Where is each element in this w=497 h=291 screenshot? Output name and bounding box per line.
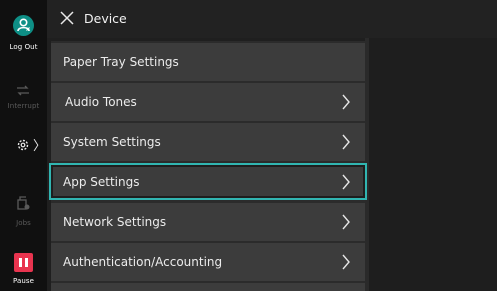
- menu-item-partial[interactable]: [51, 283, 365, 291]
- logout-button[interactable]: Log Out: [0, 0, 47, 58]
- menu-item-authentication-accounting[interactable]: Authentication/Accounting: [51, 243, 365, 281]
- gear-icon: [17, 139, 29, 151]
- jobs-label: Jobs: [16, 219, 31, 227]
- jobs-icon: [17, 196, 30, 210]
- menu-item-label: Authentication/Accounting: [63, 255, 223, 269]
- chevron-right-icon: [342, 214, 350, 230]
- menu-item-app-settings[interactable]: App Settings: [49, 163, 367, 200]
- menu-item-label: Paper Tray Settings: [63, 55, 179, 69]
- chevron-right-icon: [342, 254, 350, 270]
- menu-item-audio-tones[interactable]: Audio Tones: [51, 83, 365, 121]
- close-icon[interactable]: [59, 10, 75, 26]
- side-rail: Log Out Interrupt 〉 Jobs Pause: [0, 0, 47, 291]
- jobs-button[interactable]: Jobs: [0, 192, 47, 230]
- menu-item-label: System Settings: [63, 135, 161, 149]
- logout-icon: [13, 15, 34, 36]
- menu-item-label: Network Settings: [63, 215, 167, 229]
- menu-item-label: App Settings: [63, 175, 140, 189]
- interrupt-label: Interrupt: [7, 102, 40, 110]
- menu-item-system-settings[interactable]: System Settings: [51, 123, 365, 161]
- pause-icon: [14, 253, 33, 272]
- menu-item-label: Audio Tones: [65, 95, 137, 109]
- page-title: Device: [84, 11, 127, 26]
- interrupt-button[interactable]: Interrupt: [0, 78, 47, 114]
- chevron-right-icon: [342, 134, 350, 150]
- detail-panel: [369, 38, 497, 291]
- settings-list: Paper Tray Settings Audio Tones System S…: [49, 41, 367, 291]
- menu-item-network-settings[interactable]: Network Settings: [51, 203, 365, 241]
- pause-label: Pause: [12, 277, 35, 285]
- selected-indicator: 〉: [33, 139, 47, 154]
- logout-label: Log Out: [9, 43, 38, 51]
- chevron-right-icon: [342, 174, 350, 190]
- menu-item-paper-tray-settings[interactable]: Paper Tray Settings: [51, 43, 365, 81]
- device-button[interactable]: 〉: [0, 134, 47, 156]
- header-bar: Device: [47, 0, 497, 38]
- chevron-right-icon: [342, 94, 350, 110]
- interrupt-icon: [17, 85, 29, 96]
